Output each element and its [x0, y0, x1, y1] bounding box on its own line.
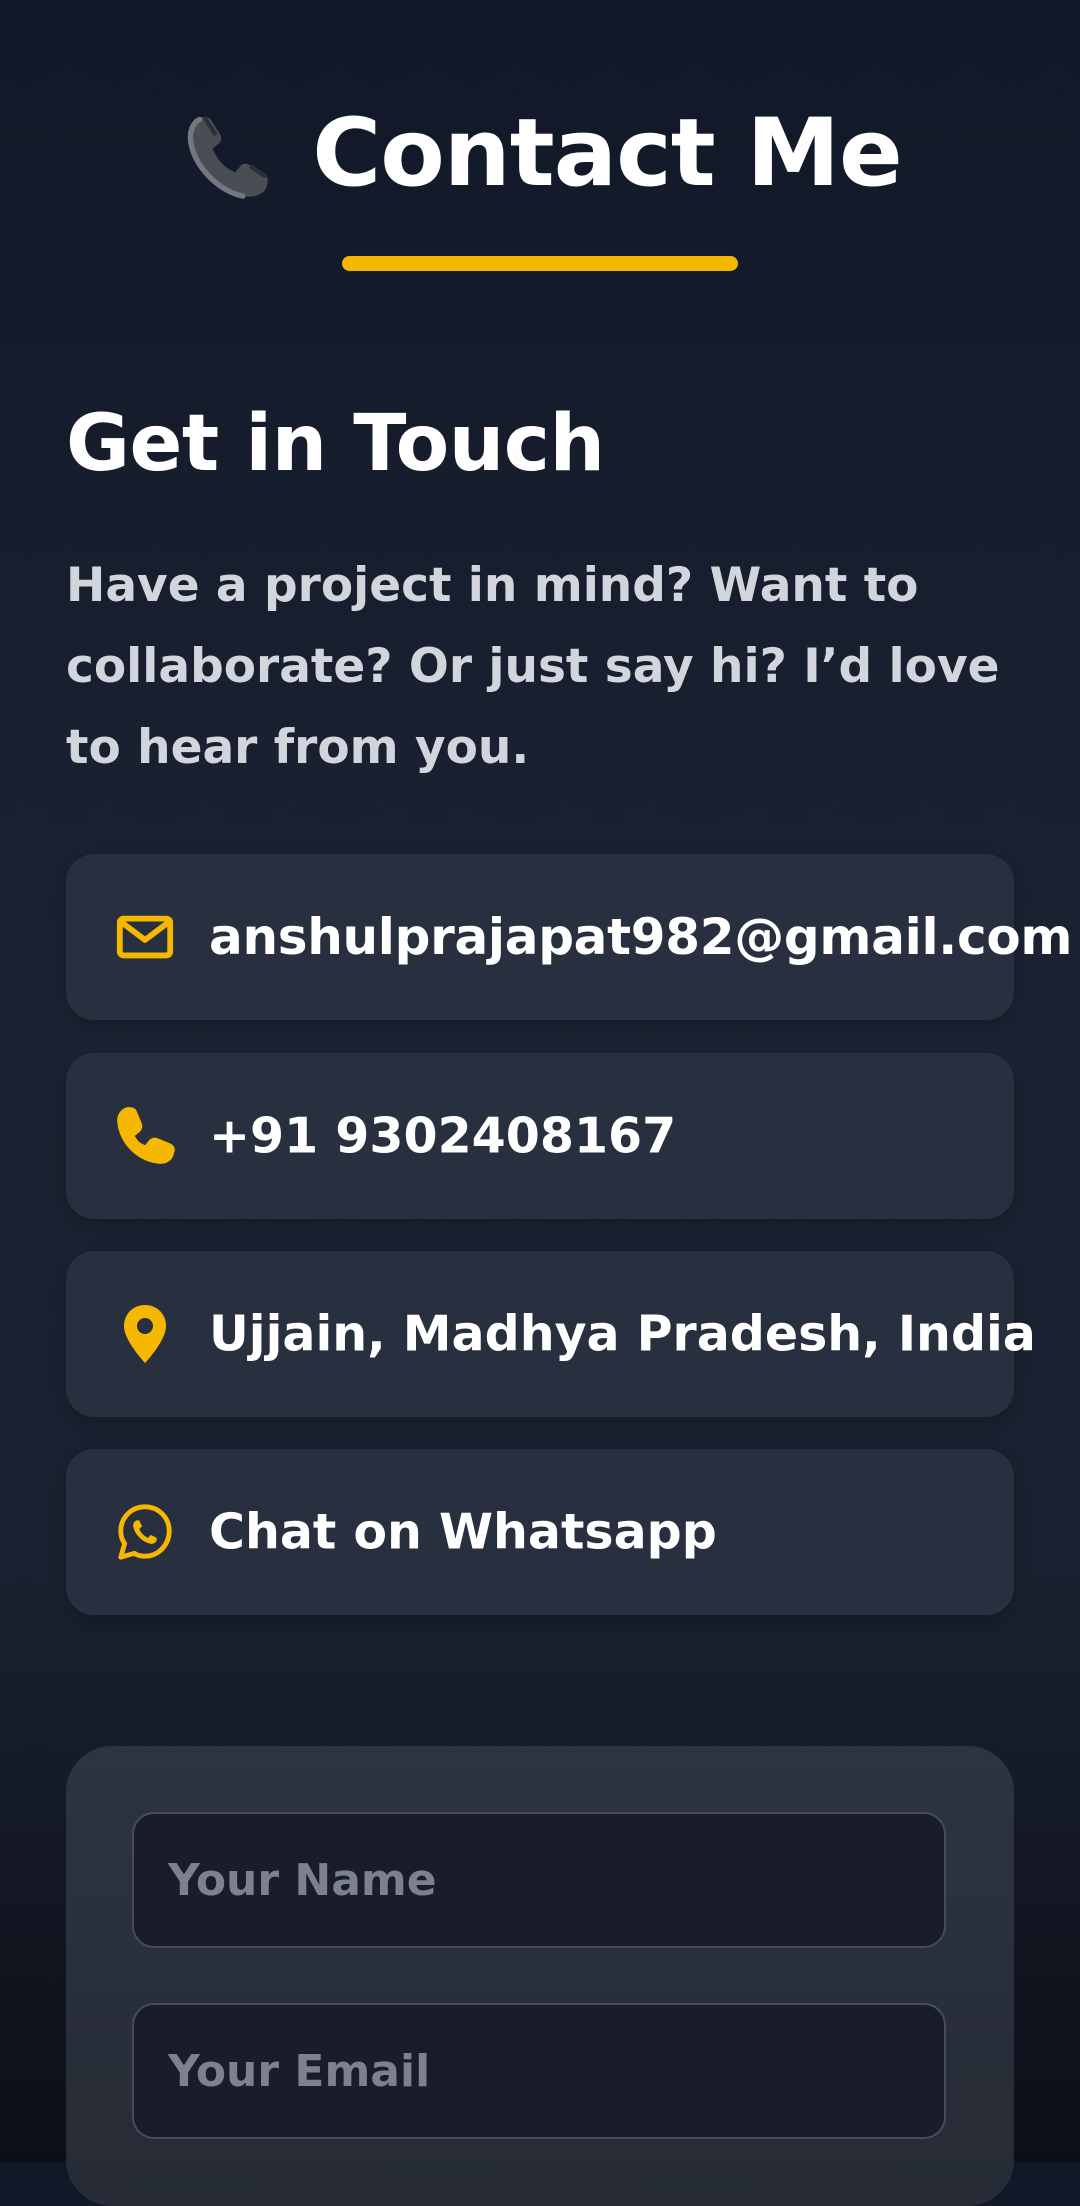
whatsapp-card[interactable]: Chat on Whatsapp [66, 1449, 1014, 1615]
telephone-receiver-icon [178, 100, 286, 208]
whatsapp-icon [112, 1499, 178, 1565]
location-text: Ujjain, Madhya Pradesh, India [209, 1305, 1036, 1363]
phone-icon [112, 1103, 178, 1169]
contact-page: Contact Me Get in Touch Have a project i… [0, 0, 1080, 2206]
section-title: Get in Touch [66, 399, 605, 489]
email-address: anshulprajapat982@gmail.com [209, 908, 1073, 966]
phone-card[interactable]: +91 9302408167 [66, 1053, 1014, 1219]
phone-number: +91 9302408167 [209, 1107, 677, 1165]
page-title: Contact Me [312, 99, 903, 208]
intro-text: Have a project in mind? Want to collabor… [66, 558, 1000, 775]
email-input[interactable] [132, 2003, 946, 2139]
contact-form [66, 1746, 1014, 2206]
location-card[interactable]: Ujjain, Madhya Pradesh, India [66, 1251, 1036, 1417]
contact-header: Contact Me [0, 99, 1080, 271]
title-underline [342, 256, 738, 271]
email-card[interactable]: anshulprajapat982@gmail.com [66, 854, 1073, 1020]
name-input[interactable] [132, 1812, 946, 1948]
mail-icon [112, 904, 178, 970]
page-heading: Contact Me [178, 99, 903, 208]
whatsapp-label: Chat on Whatsapp [209, 1503, 717, 1561]
map-pin-icon [112, 1301, 178, 1367]
